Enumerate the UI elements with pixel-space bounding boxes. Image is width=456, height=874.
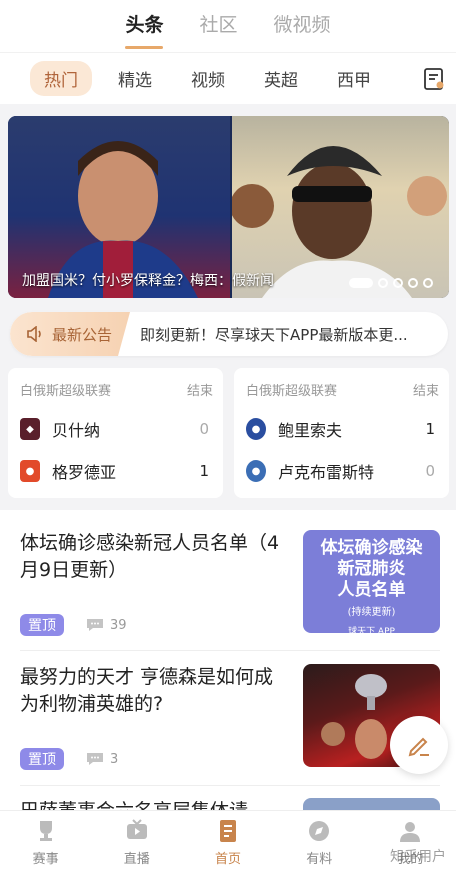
news-list: 体坛确诊感染新冠人员名单（4月9日更新） 置顶 39 体坛确诊感染 新冠肺炎 人…	[0, 510, 456, 822]
team-logo: ●	[246, 460, 266, 482]
thumb-line: 体坛确诊感染	[320, 538, 423, 558]
home-doc-icon	[220, 820, 236, 842]
announcement-text: 即刻更新！尽享球天下APP最新版本更...	[140, 325, 408, 344]
thumb-sub: (持续更新)	[347, 607, 396, 618]
category-tab-bar: 热门 精选 视频 英超 西甲	[0, 52, 456, 104]
team-score: 1	[425, 420, 435, 438]
announcement-bar[interactable]: 最新公告 即刻更新！尽享球天下APP最新版本更...	[10, 312, 448, 356]
nav-label: 有料	[306, 852, 333, 867]
carousel-dot	[393, 278, 403, 288]
team-name: 卢克布雷斯特	[278, 463, 375, 482]
news-item[interactable]: 体坛确诊感染新冠人员名单（4月9日更新） 置顶 39 体坛确诊感染 新冠肺炎 人…	[20, 530, 440, 640]
announcement-label-wrap: 最新公告	[10, 312, 131, 356]
nav-live[interactable]: 直播	[91, 811, 182, 874]
tv-icon	[126, 819, 147, 839]
carousel-dot-active	[349, 278, 373, 288]
team-score: 0	[425, 462, 435, 480]
match-status: 结束	[412, 384, 439, 399]
pencil-icon	[408, 737, 429, 757]
watermark: 知乎用户	[390, 849, 446, 865]
pinned-tag: 置顶	[20, 748, 64, 770]
category-tab-featured[interactable]: 精选	[118, 66, 152, 91]
match-status: 结束	[186, 384, 213, 399]
team-score: 0	[199, 420, 209, 438]
news-thumbnail: 体坛确诊感染 新冠肺炎 人员名单 (持续更新) 球天下 APP	[303, 530, 440, 633]
category-tab-video[interactable]: 视频	[191, 66, 225, 91]
team-score: 1	[199, 462, 209, 480]
team-logo: ◆	[20, 418, 40, 440]
news-item[interactable]: 最努力的天才 亨德森是如何成为利物浦英雄的? 置顶 3	[20, 664, 440, 774]
discover-icon	[309, 821, 330, 841]
thumb-line: 人员名单	[337, 580, 406, 600]
tab-headlines[interactable]: 头条	[125, 10, 164, 49]
league-name: 白俄斯超级联赛	[246, 384, 338, 399]
team-name: 格罗德亚	[52, 463, 117, 482]
user-icon	[400, 822, 421, 842]
comment-count: 3	[86, 752, 118, 767]
news-title: 最努力的天才 亨德森是如何成为利物浦英雄的?	[20, 666, 274, 715]
category-tab-premier-league[interactable]: 英超	[264, 66, 298, 91]
match-card[interactable]: 白俄斯超级联赛 结束 ● 鲍里索夫 1 ● 卢克布雷斯特 0	[234, 368, 449, 498]
nav-label: 赛事	[32, 852, 59, 867]
carousel-dot	[423, 278, 433, 288]
team-name: 鲍里索夫	[278, 421, 343, 440]
banner-carousel[interactable]: 加盟国米？付小罗保释金？梅西：假新闻	[8, 116, 449, 298]
category-tab-hot[interactable]: 热门	[30, 61, 92, 96]
pinned-tag: 置顶	[20, 614, 64, 636]
news-title: 体坛确诊感染新冠人员名单（4月9日更新）	[20, 532, 280, 581]
announcement-label: 最新公告	[52, 325, 113, 344]
team-logo: ●	[246, 418, 266, 440]
category-list-icon[interactable]	[422, 67, 446, 91]
banner-caption: 加盟国米？付小罗保释金？梅西：假新闻	[22, 273, 274, 289]
tab-micro-video[interactable]: 微视频	[274, 10, 331, 43]
nav-label: 直播	[123, 852, 150, 867]
nav-matches[interactable]: 赛事	[0, 811, 91, 874]
nav-label: 首页	[215, 852, 242, 867]
comment-icon	[87, 619, 103, 631]
carousel-indicator	[349, 278, 433, 288]
nav-content[interactable]: 有料	[274, 811, 365, 874]
divider	[20, 650, 440, 651]
tab-community[interactable]: 社区	[199, 10, 237, 43]
speaker-icon	[27, 326, 41, 342]
carousel-dot	[378, 278, 388, 288]
top-tab-bar: 头条 社区 微视频	[0, 0, 456, 52]
compose-button[interactable]	[390, 716, 448, 774]
comment-count-value: 3	[110, 751, 119, 767]
league-name: 白俄斯超级联赛	[20, 384, 112, 399]
match-card[interactable]: 白俄斯超级联赛 结束 ◆ 贝什纳 0 ● 格罗德亚 1	[8, 368, 223, 498]
comment-count-value: 39	[110, 617, 127, 633]
team-logo: ●	[20, 460, 40, 482]
thumb-line: 新冠肺炎	[337, 559, 406, 579]
trophy-icon	[39, 821, 52, 841]
nav-home[interactable]: 首页	[182, 811, 273, 874]
bottom-nav: 赛事 直播 首页 有料 我的	[0, 810, 456, 874]
thumb-brand: 球天下 APP	[348, 627, 395, 633]
comment-count: 39	[86, 618, 127, 633]
divider	[20, 785, 440, 786]
category-tab-la-liga[interactable]: 西甲	[337, 66, 371, 91]
carousel-dot	[408, 278, 418, 288]
comment-icon	[87, 753, 103, 765]
team-name: 贝什纳	[52, 421, 101, 440]
